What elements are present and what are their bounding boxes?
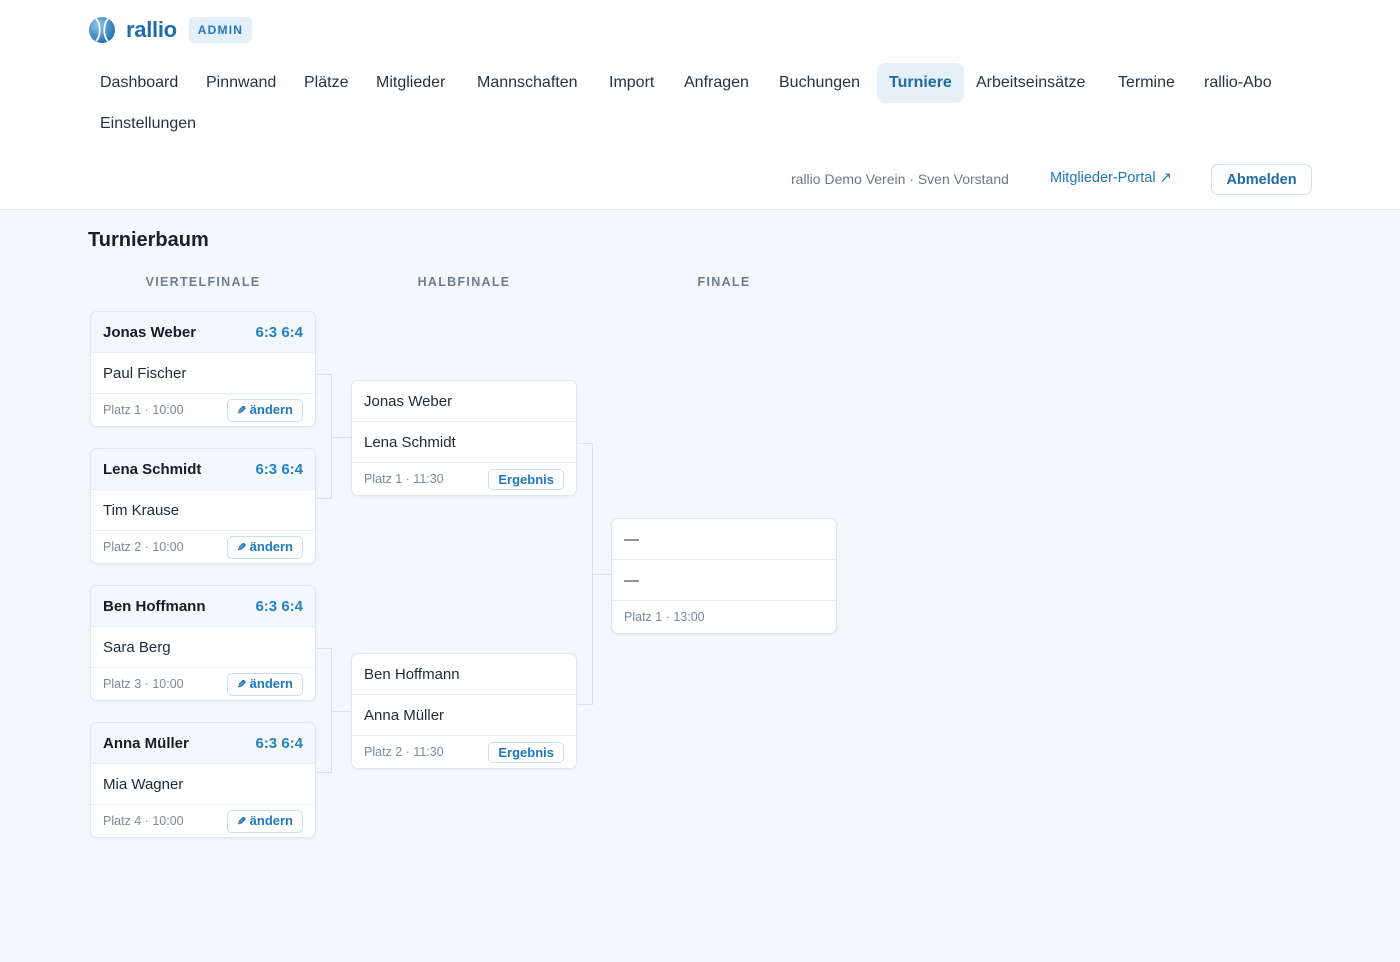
nav-item-plaetze[interactable]: Plätze <box>292 63 360 103</box>
match-card-qf-4: Anna Müller 6:3 6:4 Mia Wagner Platz 4 ·… <box>90 722 316 838</box>
match-score: 6:3 6:4 <box>255 323 303 341</box>
club-user-info: rallio Demo Verein · Sven Vorstand <box>791 171 1009 187</box>
player-row: Tim Krause <box>91 490 315 531</box>
nav-item-mannschaften[interactable]: Mannschaften <box>465 63 590 103</box>
player-name: Anna Müller <box>103 734 189 752</box>
match-court-time: Platz 4 · 10:00 <box>103 814 184 828</box>
nav-item-einstellungen[interactable]: Einstellungen <box>88 104 208 144</box>
logout-button[interactable]: Abmelden <box>1211 164 1312 195</box>
tennis-ball-icon <box>89 17 115 43</box>
match-score: 6:3 6:4 <box>255 460 303 478</box>
nav-item-abo[interactable]: rallio-Abo <box>1192 63 1284 103</box>
app-header: rallio ADMIN Dashboard Pinnwand Plätze M… <box>0 0 1400 210</box>
player-name: Lena Schmidt <box>364 433 456 451</box>
match-court-time: Platz 3 · 10:00 <box>103 677 184 691</box>
match-score: 6:3 6:4 <box>255 597 303 615</box>
match-footer: Platz 1 · 13:00 <box>612 601 836 633</box>
player-row: Anna Müller <box>352 695 576 736</box>
match-court-time: Platz 1 · 13:00 <box>624 610 705 624</box>
player-name: Lena Schmidt <box>103 460 202 478</box>
brand-name: rallio <box>126 17 177 42</box>
admin-badge: ADMIN <box>188 17 253 43</box>
round-label-semifinal: HALBFINALE <box>417 275 511 289</box>
player-row: Paul Fischer <box>91 353 315 394</box>
match-footer: Platz 3 · 10:00 ✎ ändern <box>91 668 315 700</box>
edit-result-button[interactable]: ✎ ändern <box>227 672 303 696</box>
player-row: Jonas Weber <box>352 381 576 422</box>
player-row-winner: Anna Müller 6:3 6:4 <box>91 723 315 764</box>
match-footer: Platz 1 · 10:00 ✎ ändern <box>91 394 315 426</box>
match-court-time: Platz 2 · 10:00 <box>103 540 184 554</box>
edit-result-button[interactable]: ✎ ändern <box>227 398 303 422</box>
bracket-connector <box>593 574 611 575</box>
page-title: Turnierbaum <box>88 229 209 251</box>
player-row-tbd: — <box>612 560 836 601</box>
player-row-tbd: — <box>612 519 836 560</box>
match-footer: Platz 2 · 11:30 Ergebnis <box>352 736 576 768</box>
bracket-connector <box>577 443 593 705</box>
match-footer: Platz 2 · 10:00 ✎ ändern <box>91 531 315 563</box>
player-name: — <box>624 571 639 589</box>
nav-item-termine[interactable]: Termine <box>1106 63 1187 103</box>
brand-logo[interactable]: rallio ADMIN <box>88 15 253 45</box>
bracket-connector <box>332 711 351 712</box>
player-row: Mia Wagner <box>91 764 315 805</box>
player-name: Jonas Weber <box>364 392 453 410</box>
bracket-connector <box>317 374 332 499</box>
match-card-qf-3: Ben Hoffmann 6:3 6:4 Sara Berg Platz 3 ·… <box>90 585 316 701</box>
edit-result-button[interactable]: ✎ ändern <box>227 535 303 559</box>
player-name: Paul Fischer <box>103 364 187 382</box>
player-row: Sara Berg <box>91 627 315 668</box>
round-label-quarterfinal: VIERTELFINALE <box>145 275 261 289</box>
match-footer: Platz 1 · 11:30 Ergebnis <box>352 463 576 495</box>
match-card-qf-2: Lena Schmidt 6:3 6:4 Tim Krause Platz 2 … <box>90 448 316 564</box>
player-name: Sara Berg <box>103 638 171 656</box>
player-name: Jonas Weber <box>103 323 197 341</box>
match-card-sf-2: Ben Hoffmann Anna Müller Platz 2 · 11:30… <box>351 653 577 769</box>
pencil-icon: ✎ <box>237 541 247 554</box>
member-portal-link[interactable]: Mitglieder-Portal ↗ <box>1050 170 1172 186</box>
pencil-icon: ✎ <box>237 404 247 417</box>
player-name: Anna Müller <box>364 706 445 724</box>
nav-item-anfragen[interactable]: Anfragen <box>672 63 761 103</box>
nav-item-turniere[interactable]: Turniere <box>877 63 964 103</box>
player-row-winner: Ben Hoffmann 6:3 6:4 <box>91 586 315 627</box>
match-score: 6:3 6:4 <box>255 734 303 752</box>
player-name: Ben Hoffmann <box>364 665 460 683</box>
nav-item-dashboard[interactable]: Dashboard <box>88 63 190 103</box>
nav-item-arbeitseinsaetze[interactable]: Arbeitseinsätze <box>964 63 1097 103</box>
round-label-final: FINALE <box>697 275 751 289</box>
match-court-time: Platz 1 · 11:30 <box>364 472 444 486</box>
edit-result-button[interactable]: ✎ ändern <box>227 809 303 833</box>
nav-item-mitglieder[interactable]: Mitglieder <box>364 63 457 103</box>
nav-item-import[interactable]: Import <box>597 63 666 103</box>
match-court-time: Platz 1 · 10:00 <box>103 403 184 417</box>
player-row: Ben Hoffmann <box>352 654 576 695</box>
match-footer: Platz 4 · 10:00 ✎ ändern <box>91 805 315 837</box>
player-name: Tim Krause <box>103 501 180 519</box>
bracket-connector <box>317 648 332 773</box>
match-card-final: — — Platz 1 · 13:00 <box>611 518 837 634</box>
player-name: Ben Hoffmann <box>103 597 206 615</box>
player-row-winner: Lena Schmidt 6:3 6:4 <box>91 449 315 490</box>
player-row: Lena Schmidt <box>352 422 576 463</box>
player-name: Mia Wagner <box>103 775 184 793</box>
enter-result-button[interactable]: Ergebnis <box>488 468 564 490</box>
pencil-icon: ✎ <box>237 678 247 691</box>
bracket-connector <box>332 437 351 438</box>
player-row-winner: Jonas Weber 6:3 6:4 <box>91 312 315 353</box>
player-name: — <box>624 530 639 548</box>
nav-item-pinnwand[interactable]: Pinnwand <box>194 63 288 103</box>
nav-item-buchungen[interactable]: Buchungen <box>767 63 872 103</box>
match-card-sf-1: Jonas Weber Lena Schmidt Platz 1 · 11:30… <box>351 380 577 496</box>
enter-result-button[interactable]: Ergebnis <box>488 741 564 763</box>
pencil-icon: ✎ <box>237 815 247 828</box>
match-card-qf-1: Jonas Weber 6:3 6:4 Paul Fischer Platz 1… <box>90 311 316 427</box>
match-court-time: Platz 2 · 11:30 <box>364 745 444 759</box>
